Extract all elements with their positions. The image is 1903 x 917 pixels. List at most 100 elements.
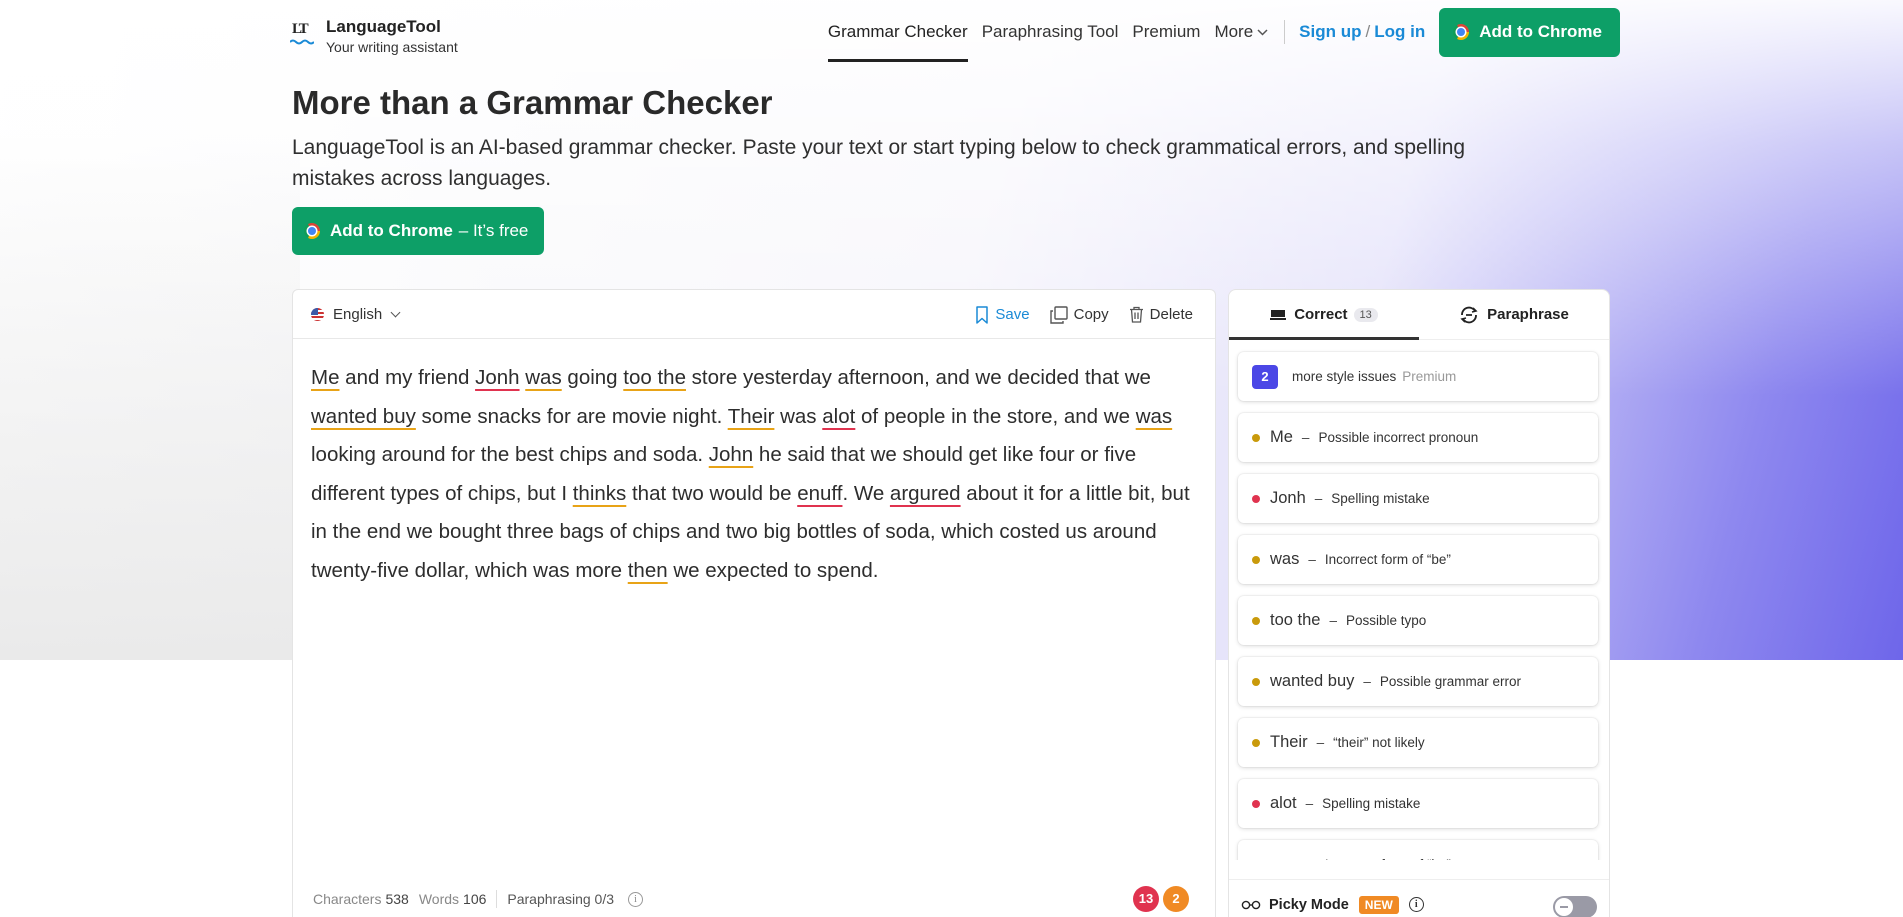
paraphrasing-count: Paraphrasing 0/3	[507, 891, 615, 907]
hero-description: LanguageTool is an AI-based grammar chec…	[292, 136, 1466, 190]
issue-dash: –	[1329, 613, 1337, 628]
language-selector[interactable]: English	[311, 305, 401, 323]
add-to-chrome-button[interactable]: Add to Chrome	[1439, 7, 1620, 57]
issue-dash: –	[1301, 430, 1310, 445]
severity-dot-icon	[1252, 616, 1260, 625]
issue-card[interactable]: wanted buy – Possible grammar error	[1238, 657, 1598, 706]
info-icon[interactable]: i	[1408, 897, 1424, 912]
picky-mode-bar: Picky Mode NEW i	[1229, 879, 1609, 917]
text-editor: English Save Copy Delete Me and my frien…	[292, 289, 1216, 917]
error-count-badge[interactable]: 13	[1133, 886, 1159, 912]
issue-description: Possible incorrect pronoun	[1318, 430, 1479, 445]
severity-dot-icon	[1252, 799, 1260, 808]
editor-footer: Characters 538 Words 106 Paraphrasing 0/…	[313, 886, 1193, 912]
spelling-error-highlight[interactable]: Jonh	[475, 366, 519, 389]
auth-separator: /	[1365, 22, 1371, 41]
words-count: 106	[463, 891, 487, 907]
issue-card[interactable]: Me – Possible incorrect pronoun	[1238, 413, 1598, 462]
issue-card[interactable]: Their – “their” not likely	[1238, 718, 1598, 767]
footer-divider	[496, 890, 498, 908]
logo-icon: LT	[290, 20, 314, 46]
premium-tag: Premium	[1402, 369, 1457, 384]
copy-button[interactable]: Copy	[1049, 305, 1109, 324]
issue-word: Jonh	[1270, 489, 1306, 507]
issue-dash: –	[1316, 735, 1325, 750]
issue-description: Spelling mistake	[1331, 491, 1430, 506]
grammar-issue-highlight[interactable]: thinks	[573, 482, 627, 505]
grammar-issue-highlight[interactable]: too the	[623, 366, 686, 389]
grammar-issue-highlight[interactable]: Their	[728, 405, 775, 428]
chrome-icon	[1453, 24, 1470, 40]
grammar-issue-highlight[interactable]: John	[709, 443, 753, 466]
paraphrase-icon	[1459, 306, 1479, 324]
page: LT LanguageTool Your writing assistant G…	[0, 0, 1903, 917]
issue-word: Me	[1270, 428, 1293, 446]
issue-list: 2 more style issues Premium Me – Possible …	[1229, 340, 1609, 860]
text-run: looking around for the best chips and so…	[311, 443, 709, 466]
hero-cta-rest: – It’s free	[458, 221, 529, 240]
issue-dash: –	[1314, 491, 1323, 506]
characters-label: Characters	[313, 891, 382, 907]
add-to-chrome-label: Add to Chrome	[1479, 22, 1602, 41]
login-link[interactable]: Log in	[1374, 22, 1425, 42]
logo-name: LanguageTool	[326, 17, 441, 36]
tab-paraphrase[interactable]: Paraphrase	[1419, 290, 1609, 339]
nav-divider	[1284, 20, 1286, 44]
picky-mode-toggle[interactable]	[1553, 896, 1597, 917]
tab-correct-count: 13	[1353, 307, 1378, 322]
chevron-down-icon	[390, 307, 401, 317]
issue-description: Incorrect form of “be”	[1324, 552, 1451, 567]
trash-icon	[1129, 306, 1143, 323]
page-title: More than a Grammar Checker	[292, 84, 773, 121]
grammar-issue-highlight[interactable]: was	[1136, 405, 1172, 428]
editor-text-area[interactable]: Me and my friend Jonh was going too the …	[293, 339, 1215, 590]
text-run: we expected to spend.	[667, 558, 879, 582]
text-run: going	[561, 366, 624, 389]
logo[interactable]: LT LanguageTool Your writing assistant	[290, 18, 458, 55]
tab-paraphrase-label: Paraphrase	[1487, 306, 1569, 323]
nav-premium[interactable]: Premium	[1132, 8, 1200, 56]
copy-label: Copy	[1073, 306, 1109, 323]
hero-add-to-chrome-button[interactable]: Add to Chrome – It’s free	[292, 207, 545, 255]
grammar-issue-highlight[interactable]: then	[628, 559, 668, 582]
issue-card[interactable]: too the – Possible typo	[1238, 596, 1598, 645]
issue-card[interactable]: was–Incorrect form of “be”	[1238, 535, 1598, 584]
text-run: and my friend	[339, 366, 476, 389]
spelling-error-highlight[interactable]: alot	[822, 405, 855, 428]
us-flag-icon	[311, 307, 324, 321]
issue-card[interactable]: Jonh – Spelling mistake	[1238, 474, 1598, 523]
issue-dash: –	[1308, 552, 1316, 567]
issue-description: Spelling mistake	[1322, 796, 1421, 811]
spelling-error-highlight[interactable]: argured	[890, 482, 961, 505]
chevron-down-icon	[1257, 28, 1268, 36]
panel-tabs: Correct 13 Paraphrase	[1229, 290, 1609, 340]
issue-card[interactable]: alot – Spelling mistake	[1238, 779, 1598, 828]
severity-dot-icon	[1252, 433, 1260, 442]
issue-card[interactable]: was–Incorrect form of “be”	[1238, 840, 1598, 860]
info-icon[interactable]: i	[628, 891, 644, 907]
spelling-error-highlight[interactable]: enuff	[797, 482, 842, 505]
bookmark-icon	[976, 305, 989, 324]
premium-issue-count: 2	[1252, 364, 1278, 389]
style-count-badge[interactable]: 2	[1163, 886, 1189, 912]
chrome-icon	[304, 223, 320, 239]
grammar-issue-highlight[interactable]: was	[525, 366, 561, 389]
delete-button[interactable]: Delete	[1129, 306, 1193, 323]
issue-dash: –	[1308, 857, 1316, 860]
grammar-issue-highlight[interactable]: Me	[311, 366, 339, 389]
premium-issues-card[interactable]: 2 more style issues Premium	[1238, 352, 1598, 401]
issue-description: Incorrect form of “be”	[1325, 857, 1451, 860]
grammar-issue-highlight[interactable]: wanted buy	[311, 405, 416, 428]
nav-grammar-checker[interactable]: Grammar Checker	[827, 8, 968, 62]
language-label: English	[333, 305, 383, 323]
severity-dot-icon	[1252, 738, 1260, 747]
text-run: that two would be	[626, 481, 798, 505]
hero-cta-bold: Add to Chrome	[330, 221, 453, 240]
tab-correct[interactable]: Correct 13	[1229, 290, 1419, 340]
save-button[interactable]: Save	[975, 305, 1030, 324]
signup-link[interactable]: Sign up	[1299, 22, 1361, 42]
correct-icon	[1270, 309, 1287, 321]
nav-paraphrasing-tool[interactable]: Paraphrasing Tool	[982, 8, 1119, 56]
picky-mode-label: Picky Mode	[1269, 896, 1349, 913]
nav-more[interactable]: More	[1214, 8, 1268, 56]
